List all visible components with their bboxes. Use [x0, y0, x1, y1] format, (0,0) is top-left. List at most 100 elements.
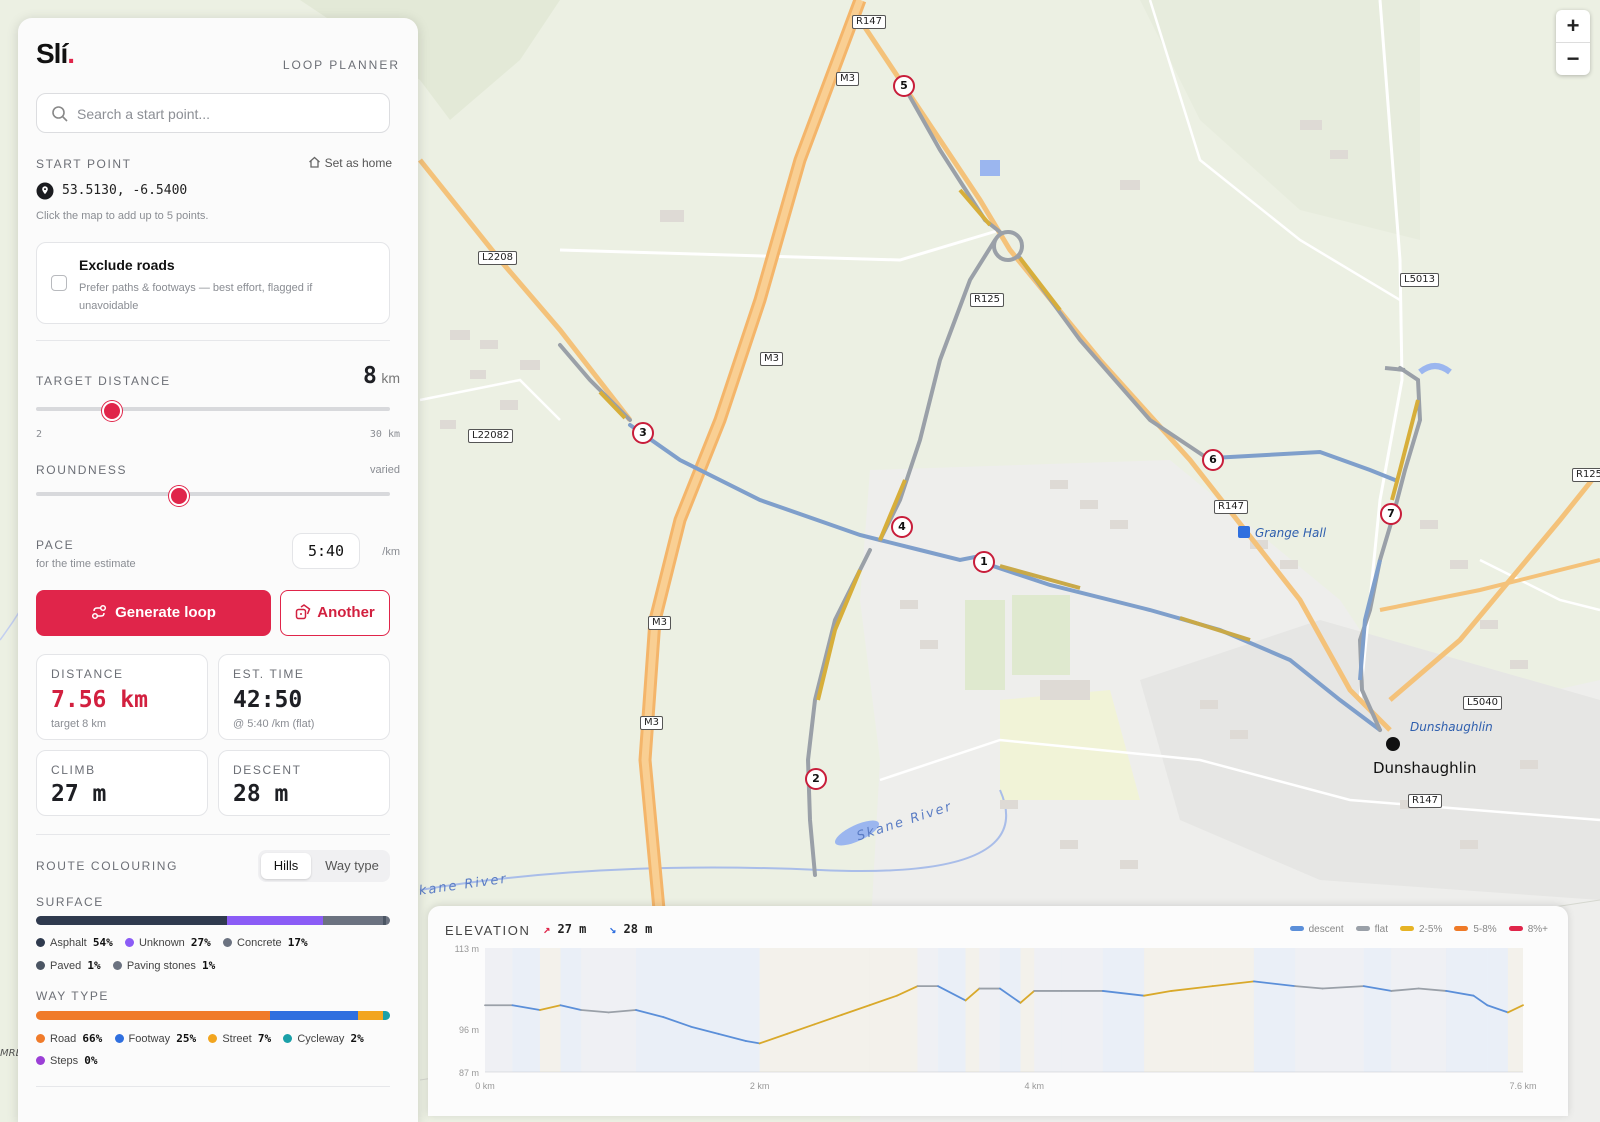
target-distance-unit: km: [381, 370, 400, 386]
roundness-thumb[interactable]: [169, 486, 190, 506]
x-tick-label: 0 km: [475, 1081, 495, 1091]
stat-time-sub: @ 5:40 /km (flat): [233, 718, 315, 730]
gradient-band: [1322, 948, 1364, 1072]
stat-time-label: EST. TIME: [233, 667, 305, 681]
divider: [36, 340, 390, 341]
road-label: L5040: [1463, 696, 1503, 710]
search-icon: [52, 106, 68, 122]
home-icon: [308, 156, 320, 168]
x-tick-label: 2 km: [750, 1081, 770, 1091]
colouring-option-hills[interactable]: Hills: [261, 853, 311, 879]
gradient-band: [1473, 948, 1488, 1072]
gradient-band: [663, 948, 691, 1072]
another-label: Another: [317, 604, 375, 621]
x-tick-label: 7.6 km: [1509, 1081, 1536, 1091]
exclude-roads-title: Exclude roads: [79, 257, 175, 273]
pace-sub: for the time estimate: [36, 558, 136, 570]
surface-item-concrete: Concrete 17%: [223, 936, 308, 949]
pace-label: PACE: [36, 538, 75, 552]
gradient-band: [690, 948, 719, 1072]
gradient-band: [1020, 948, 1035, 1072]
waypoint-1[interactable]: 1: [973, 551, 995, 573]
colouring-option-waytype[interactable]: Way type: [316, 853, 388, 879]
pace-input[interactable]: 5:40: [292, 533, 360, 569]
target-distance-value: 8: [363, 363, 377, 389]
roundness-slider[interactable]: [36, 492, 390, 496]
gradient-band: [718, 948, 746, 1072]
exclude-roads-card[interactable]: Exclude roads Prefer paths & footways — …: [36, 242, 390, 324]
target-distance-slider[interactable]: [36, 407, 390, 411]
stat-distance-value: 7.56 km: [51, 687, 148, 713]
waytype-segment-0: [36, 1011, 270, 1020]
gradient-band: [1034, 948, 1062, 1072]
stat-descent-value: 28 m: [233, 781, 289, 807]
zoom-in-button[interactable]: +: [1556, 10, 1590, 42]
divider: [36, 1086, 390, 1087]
surface-legend-row: Asphalt 54% Unknown 27% Concrete 17%: [36, 936, 308, 949]
road-label: R147: [852, 15, 887, 29]
start-coords: 53.5130, -6.5400: [62, 183, 188, 198]
start-marker[interactable]: [1386, 737, 1400, 751]
zoom-out-button[interactable]: −: [1556, 42, 1590, 75]
road-label: M3: [640, 716, 663, 730]
surface-label: SURFACE: [36, 895, 104, 909]
exclude-roads-checkbox[interactable]: [51, 275, 67, 291]
pond-icon: [980, 160, 1000, 176]
planner-panel: Slí. LOOP PLANNER Search a start point..…: [18, 18, 418, 1122]
gradient-band: [787, 948, 815, 1072]
generate-loop-button[interactable]: Generate loop: [36, 590, 271, 636]
gradient-band: [1418, 948, 1447, 1072]
waypoint-4[interactable]: 4: [891, 516, 913, 538]
waypoint-7[interactable]: 7: [1380, 503, 1402, 525]
road-label: M3: [648, 616, 671, 630]
stat-time: EST. TIME 42:50 @ 5:40 /km (flat): [218, 654, 390, 740]
road-label: L2208: [478, 251, 518, 265]
gradient-band: [917, 948, 939, 1072]
waytype-segment-2: [358, 1011, 383, 1020]
waypoint-3[interactable]: 3: [632, 422, 654, 444]
gradient-band: [1144, 948, 1172, 1072]
y-tick-label: 96 m: [459, 1025, 479, 1035]
target-distance-readout: 8 km: [363, 363, 400, 389]
surface-segment-0: [36, 916, 228, 925]
waytype-segment-3: [382, 1011, 390, 1020]
location-pin-icon: [36, 182, 54, 200]
road-label: L22082: [468, 429, 514, 443]
stat-climb-value: 27 m: [51, 781, 107, 807]
y-tick-label: 113 m: [455, 944, 479, 954]
stat-distance-sub: target 8 km: [51, 718, 107, 730]
set-home-label: Set as home: [324, 156, 392, 170]
gradient-band: [1295, 948, 1323, 1072]
road-label: R125: [1572, 468, 1600, 482]
another-button[interactable]: Another: [280, 590, 390, 636]
station-label: Dunshaughlin: [1410, 720, 1493, 734]
search-box[interactable]: Search a start point...: [36, 93, 390, 133]
elevation-chart[interactable]: 113 m 96 m 87 m 0 km 2 km 4 km 7.6 km: [428, 906, 1568, 1116]
search-input[interactable]: Search a start point...: [77, 106, 210, 122]
dice-icon: [296, 604, 311, 620]
divider: [36, 834, 390, 835]
elevation-panel: ELEVATION ↗ 27 m ↘ 28 m descent flat 2-5% 5…: [428, 906, 1568, 1116]
gradient-band: [979, 948, 1000, 1072]
route-colouring-toggle: Hills Way type: [258, 850, 390, 882]
waypoint-5[interactable]: 5: [893, 75, 915, 97]
waytype-legend-row: Steps 0%: [36, 1054, 98, 1067]
surface-item-unknown: Unknown 27%: [124, 936, 211, 949]
surface-segment-1: [227, 916, 323, 925]
gradient-band: [636, 948, 664, 1072]
stat-time-value: 42:50: [233, 687, 303, 713]
gradient-band: [759, 948, 788, 1072]
surface-legend-row: Paved 1% Paving stones 1%: [36, 959, 215, 972]
surface-bar: [36, 916, 390, 925]
surface-item-paving-stones: Paving stones 1%: [112, 959, 215, 972]
x-tick-label: 4 km: [1024, 1081, 1044, 1091]
waypoint-2[interactable]: 2: [805, 768, 827, 790]
waypoint-6[interactable]: 6: [1202, 449, 1224, 471]
generate-loop-label: Generate loop: [115, 604, 216, 621]
set-home-button[interactable]: Set as home: [308, 156, 392, 170]
gradient-band: [965, 948, 980, 1072]
target-distance-thumb[interactable]: [102, 401, 123, 421]
gradient-band: [1253, 948, 1296, 1072]
road-label: M3: [836, 72, 859, 86]
town-label: Dunshaughlin: [1373, 759, 1477, 777]
